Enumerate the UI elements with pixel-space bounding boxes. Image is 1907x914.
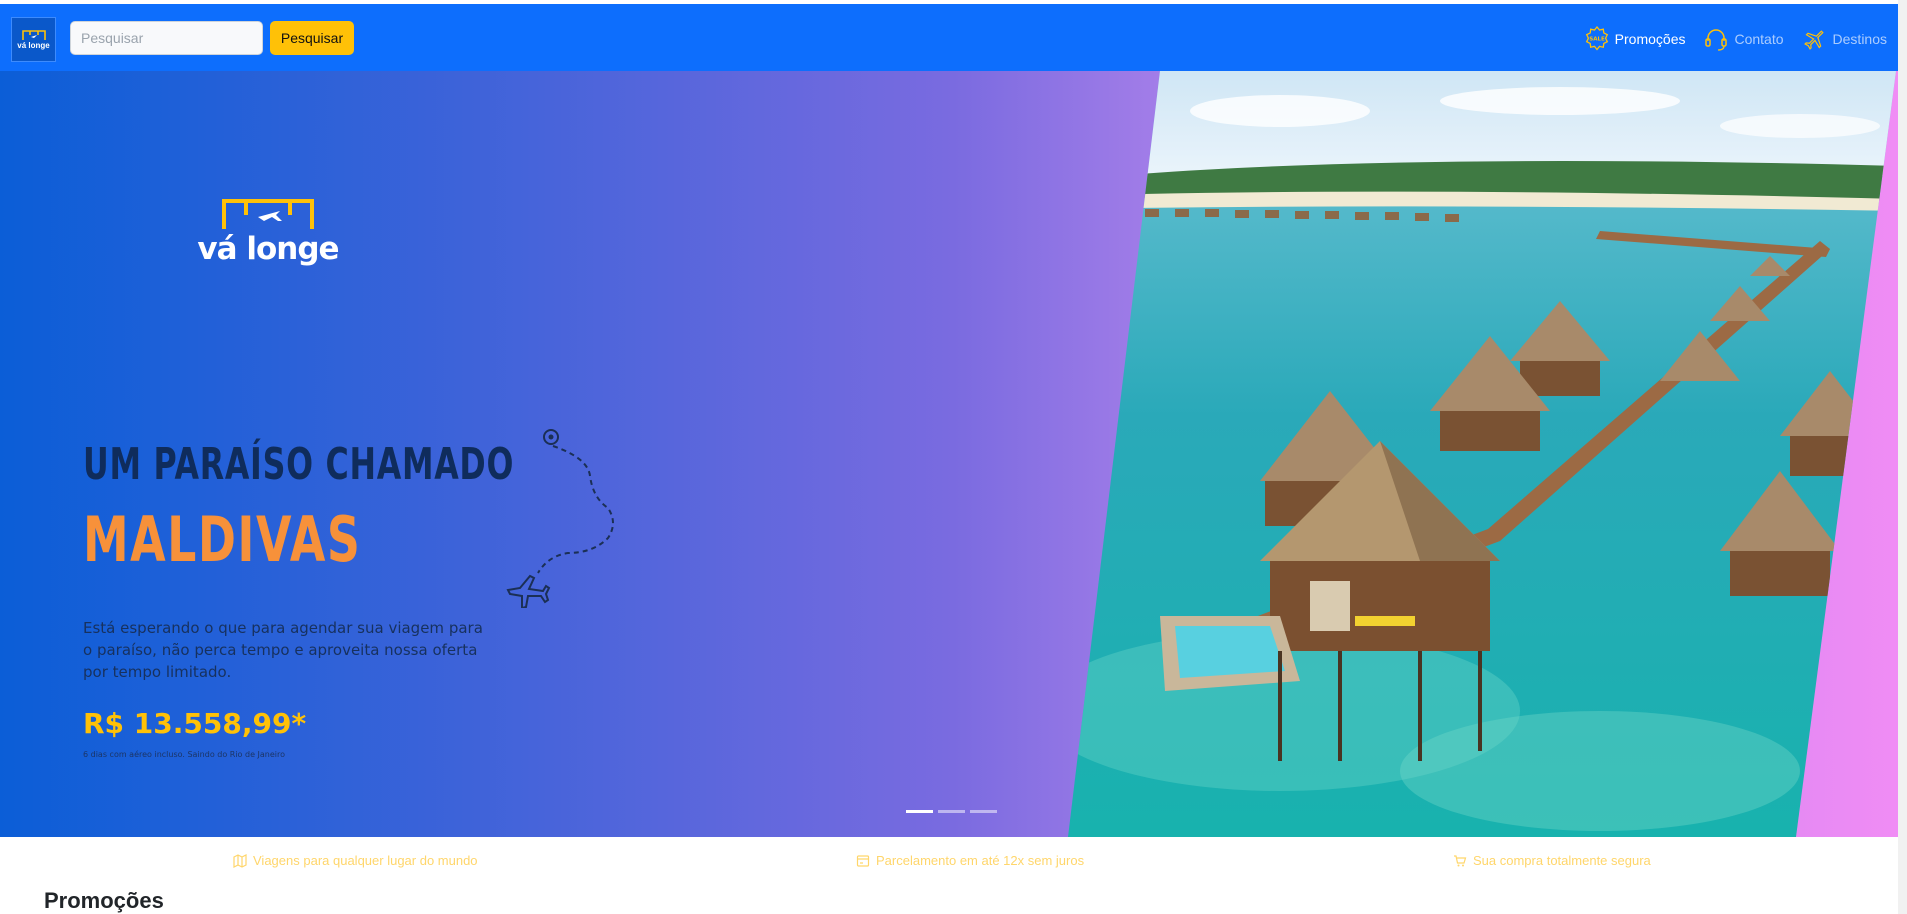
dashed-flight-path-icon [506, 429, 614, 608]
nav-link-destinos[interactable]: Destinos [1802, 26, 1887, 52]
search-button[interactable]: Pesquisar [270, 21, 354, 55]
hero-logo-mark-icon [222, 199, 314, 229]
carousel-indicator-1[interactable] [906, 810, 933, 813]
brand-mark-icon [21, 30, 46, 40]
features-row: Viagens para qualquer lugar do mundo Par… [0, 853, 1907, 873]
search-input[interactable] [70, 21, 263, 55]
navbar: vá longe Pesquisar SALE Promoções Contat… [0, 4, 1907, 71]
feature-label: Parcelamento em até 12x sem juros [876, 853, 1085, 868]
carousel-indicators [906, 810, 997, 813]
headset-icon [1705, 29, 1728, 51]
sale-badge-icon: SALE [1585, 26, 1608, 51]
brand-logo[interactable]: vá longe [11, 17, 56, 62]
feature-worldwide: Viagens para qualquer lugar do mundo [233, 853, 478, 868]
hero-logo: vá longe [196, 191, 340, 271]
page-scrollbar[interactable] [1898, 0, 1907, 914]
map-icon [233, 853, 247, 868]
nav-links: SALE Promoções Contato Destinos [1584, 26, 1887, 52]
feature-secure: Sua compra totalmente segura [1453, 853, 1651, 868]
feature-label: Sua compra totalmente segura [1473, 853, 1651, 868]
carousel-indicator-2[interactable] [938, 810, 965, 813]
nav-link-label: Contato [1734, 31, 1784, 47]
hero-price: R$ 13.558,99* [83, 707, 307, 740]
hero-title-line1: UM PARAÍSO CHAMADO [83, 439, 515, 490]
nav-link-label: Promoções [1614, 31, 1686, 47]
hero-description: Está esperando o que para agendar sua vi… [83, 619, 483, 681]
airplane-icon [1803, 30, 1824, 50]
svg-text:SALE: SALE [1589, 37, 1605, 43]
secure-cart-icon [1454, 854, 1467, 866]
hero-logo-text: vá longe [197, 231, 339, 267]
hero-carousel[interactable]: vá longe UM PARAÍSO CHAMADO MALDIVAS Est… [0, 71, 1907, 837]
hero-price-note: 6 dias com aéreo incluso. Saindo do Rio … [83, 750, 286, 759]
carousel-indicator-3[interactable] [970, 810, 997, 813]
feature-installments: Parcelamento em até 12x sem juros [856, 853, 1084, 868]
payment-icon [856, 854, 870, 867]
nav-link-promocoes[interactable]: SALE Promoções [1584, 26, 1686, 52]
nav-link-label: Destinos [1832, 31, 1887, 47]
brand-logo-text: vá longe [17, 41, 50, 50]
hero-title-line2: MALDIVAS [83, 503, 362, 576]
nav-link-contato[interactable]: Contato [1703, 26, 1784, 52]
feature-label: Viagens para qualquer lugar do mundo [253, 853, 478, 868]
section-title-promocoes: Promoções [44, 888, 164, 913]
